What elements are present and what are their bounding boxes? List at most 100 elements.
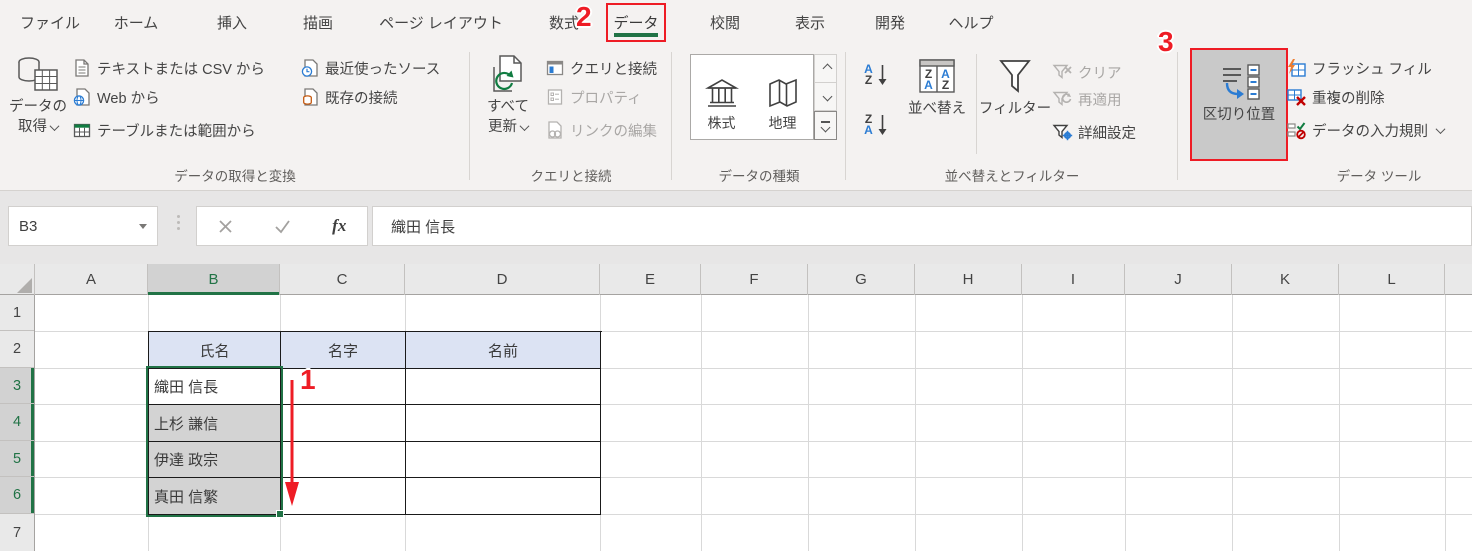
chevron-down-icon <box>820 122 831 132</box>
get-data-button[interactable]: データの 取得 <box>8 48 68 160</box>
sort-button[interactable]: Z A A Z 並べ替え <box>902 50 972 158</box>
column-header-K[interactable]: K <box>1232 264 1339 295</box>
select-all-corner[interactable] <box>0 264 35 295</box>
column-header-B[interactable]: B <box>148 264 280 295</box>
column-header-C[interactable]: C <box>280 264 405 295</box>
table-range-label: テーブルまたは範囲から <box>97 123 256 140</box>
column-header-E[interactable]: E <box>600 264 701 295</box>
gallery-more-button[interactable] <box>814 111 837 140</box>
cell-D2[interactable]: 名前 <box>406 332 601 369</box>
gallery-down-button[interactable] <box>814 83 837 111</box>
data-validation-icon <box>1287 122 1306 140</box>
column-header-H[interactable]: H <box>915 264 1022 295</box>
tab-view[interactable]: 表示 <box>781 0 839 44</box>
queries-connections-button[interactable]: クエリと接続 <box>545 54 657 82</box>
cell-B5[interactable]: 伊達 政宗 <box>149 442 281 478</box>
column-header-D[interactable]: D <box>405 264 600 295</box>
gridline <box>1339 295 1340 551</box>
from-web-button[interactable]: Web から <box>72 83 160 111</box>
cell-B4[interactable]: 上杉 謙信 <box>149 405 281 442</box>
row-header-4[interactable]: 4 <box>0 404 34 441</box>
active-tab-underline <box>614 33 658 37</box>
clear-filter-label: クリア <box>1078 65 1122 82</box>
column-header-I[interactable]: I <box>1022 264 1125 295</box>
row-header-5[interactable]: 5 <box>0 441 34 477</box>
gallery-up-button[interactable] <box>814 54 837 83</box>
chevron-up-icon <box>822 63 833 74</box>
tab-insert[interactable]: 挿入 <box>202 0 262 44</box>
tab-home[interactable]: ホーム <box>104 0 168 44</box>
sort-asc-icon: AZ <box>864 62 873 87</box>
chevron-down-icon <box>822 91 833 102</box>
name-box-dropdown-icon[interactable] <box>139 224 147 229</box>
enter-check-icon <box>275 219 290 233</box>
tab-review[interactable]: 校閲 <box>696 0 754 44</box>
formula-input[interactable]: 織田 信長 <box>372 206 1472 246</box>
refresh-all-label-1: すべて <box>487 99 529 115</box>
refresh-all-button[interactable]: すべて 更新 <box>478 48 538 160</box>
formula-bar-splitter[interactable] <box>177 215 180 230</box>
insert-function-button[interactable]: fx <box>332 216 346 236</box>
tab-draw[interactable]: 描画 <box>288 0 348 44</box>
tab-developer[interactable]: 開発 <box>861 0 919 44</box>
text-to-columns-label: 区切り位置 <box>1202 107 1276 123</box>
worksheet: A B C D E F G H I J K L 1 2 3 4 5 6 7 氏名… <box>0 264 1472 551</box>
tab-page-layout[interactable]: ページ レイアウト <box>372 0 510 44</box>
cell-B6[interactable]: 真田 信繁 <box>149 478 281 515</box>
edit-links-label: リンクの編集 <box>570 123 657 140</box>
geography-label: 地理 <box>768 115 797 131</box>
name-box[interactable]: B3 <box>8 206 158 246</box>
column-header-partial[interactable] <box>1445 264 1472 295</box>
data-validation-label: データの入力規則 <box>1312 123 1428 140</box>
row-header-3[interactable]: 3 <box>0 368 34 404</box>
geography-item[interactable]: 地理 <box>752 55 813 139</box>
clear-filter-icon <box>1052 64 1072 79</box>
cell-D6[interactable] <box>406 478 601 515</box>
group-label-get-transform: データの取得と変換 <box>174 169 296 184</box>
gridline <box>915 295 916 551</box>
flash-fill-button[interactable]: フラッシュ フィル <box>1286 54 1432 82</box>
cell-D3[interactable] <box>406 369 601 405</box>
text-to-columns-button[interactable]: 区切り位置 <box>1190 48 1288 161</box>
existing-connections-label: 既存の接続 <box>325 90 398 107</box>
tab-help[interactable]: ヘルプ <box>940 0 1002 44</box>
column-header-J[interactable]: J <box>1125 264 1232 295</box>
column-header-F[interactable]: F <box>701 264 808 295</box>
row-header-2[interactable]: 2 <box>0 331 34 368</box>
existing-connections-button[interactable]: 既存の接続 <box>300 83 398 111</box>
remove-duplicates-button[interactable]: 重複の削除 <box>1286 83 1385 111</box>
data-validation-button[interactable]: データの入力規則 <box>1286 116 1446 144</box>
table-range-button[interactable]: テーブルまたは範囲から <box>72 116 256 144</box>
gridline <box>808 295 809 551</box>
cell-B2[interactable]: 氏名 <box>149 332 281 369</box>
recent-sources-button[interactable]: 最近使ったソース <box>300 54 440 82</box>
advanced-filter-button[interactable]: 詳細設定 <box>1052 118 1136 146</box>
name-box-value: B3 <box>19 217 38 235</box>
edit-links-button: リンクの編集 <box>545 116 657 144</box>
group-get-transform: データの 取得 テキストまたは CSV から Web から テーブルまたは範囲か… <box>0 44 470 190</box>
row-header-7[interactable]: 7 <box>0 514 34 551</box>
text-csv-button[interactable]: テキストまたは CSV から <box>72 54 265 82</box>
cell-D4[interactable] <box>406 405 601 442</box>
sort-asc-button[interactable]: AZ <box>862 58 902 92</box>
column-header-A[interactable]: A <box>35 264 148 295</box>
get-data-icon <box>18 57 58 91</box>
gallery-scroll-buttons <box>814 54 837 140</box>
column-header-G[interactable]: G <box>808 264 915 295</box>
filter-button[interactable]: フィルター <box>979 50 1051 158</box>
from-web-label: Web から <box>97 90 160 107</box>
stocks-item[interactable]: 株式 <box>691 55 752 139</box>
flash-fill-icon <box>1288 59 1306 77</box>
cell-D5[interactable] <box>406 442 601 478</box>
cell-B3[interactable]: 織田 信長 <box>149 369 281 405</box>
group-label-queries: クエリと接続 <box>530 169 612 184</box>
tab-file[interactable]: ファイル <box>18 0 82 44</box>
tab-data[interactable]: データ <box>606 3 666 42</box>
row-header-1[interactable]: 1 <box>0 295 34 331</box>
chevron-down-icon <box>519 121 530 132</box>
sort-desc-button[interactable]: ZA <box>862 108 902 142</box>
row-header-6[interactable]: 6 <box>0 477 34 514</box>
edit-links-icon <box>548 121 562 139</box>
group-label-sort-filter: 並べ替えとフィルター <box>944 169 1080 184</box>
column-header-L[interactable]: L <box>1339 264 1445 295</box>
